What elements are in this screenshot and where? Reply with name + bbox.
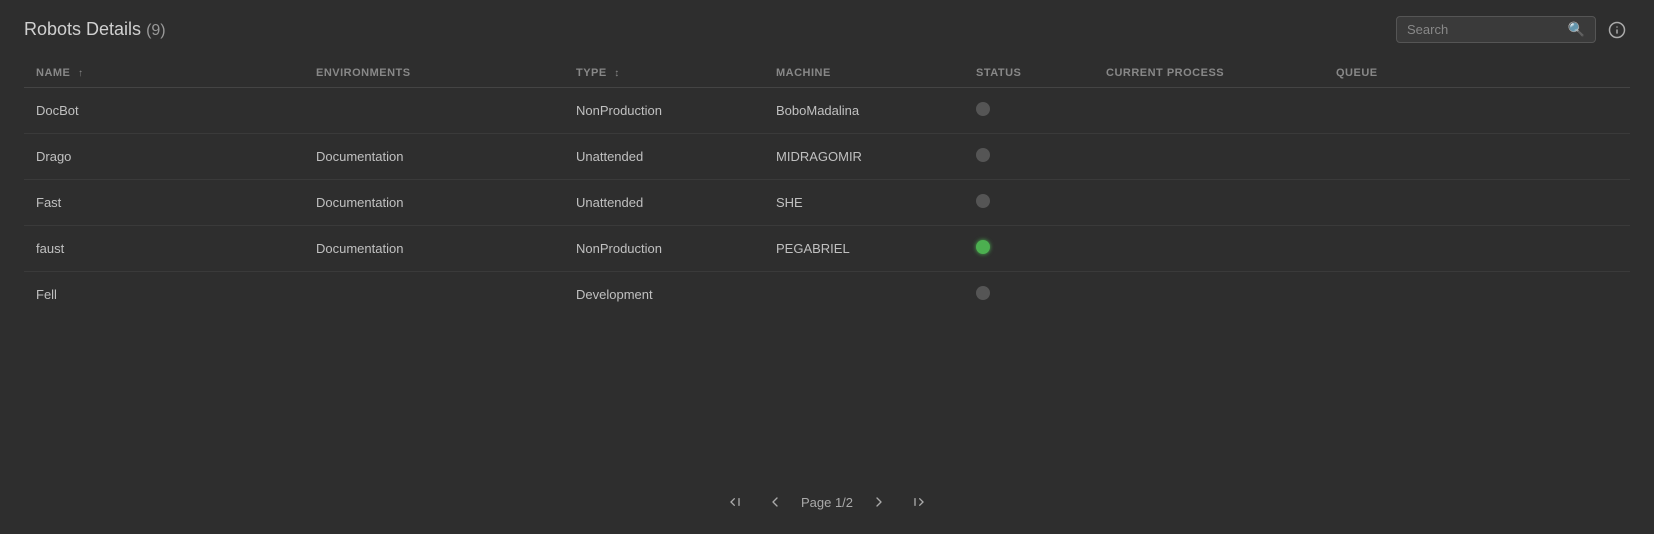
table-row[interactable]: faust Documentation NonProduction PEGABR…	[24, 226, 1630, 272]
col-header-current-process: CURRENT PROCESS	[1094, 59, 1324, 88]
status-dot-1	[976, 148, 990, 162]
page-title: Robots Details (9)	[24, 19, 166, 40]
pagination: Page 1/2	[24, 476, 1630, 518]
cell-machine-2: SHE	[764, 180, 964, 226]
col-header-queue: QUEUE	[1324, 59, 1630, 88]
search-wrapper[interactable]: 🔍	[1396, 16, 1596, 43]
cell-status-0	[964, 88, 1094, 134]
cell-queue-1	[1324, 134, 1630, 180]
cell-process-2	[1094, 180, 1324, 226]
search-input[interactable]	[1407, 22, 1562, 37]
cell-environments-4	[304, 272, 564, 318]
cell-environments-2: Documentation	[304, 180, 564, 226]
cell-process-3	[1094, 226, 1324, 272]
cell-queue-3	[1324, 226, 1630, 272]
col-header-status: STATUS	[964, 59, 1094, 88]
cell-queue-0	[1324, 88, 1630, 134]
prev-page-icon	[767, 494, 783, 510]
cell-process-0	[1094, 88, 1324, 134]
pagination-first-button[interactable]	[721, 490, 749, 514]
main-container: Robots Details (9) 🔍	[0, 0, 1654, 534]
cell-environments-0	[304, 88, 564, 134]
cell-machine-3: PEGABRIEL	[764, 226, 964, 272]
last-page-icon	[911, 494, 927, 510]
col-header-machine: MACHINE	[764, 59, 964, 88]
status-dot-2	[976, 194, 990, 208]
header-row: Robots Details (9) 🔍	[24, 16, 1630, 43]
cell-status-3	[964, 226, 1094, 272]
cell-status-4	[964, 272, 1094, 318]
cell-name-2: Fast	[24, 180, 304, 226]
table-row[interactable]: DocBot NonProduction BoboMadalina	[24, 88, 1630, 134]
robots-table: NAME ↑ ENVIRONMENTS TYPE ↕ MACHINE STATU	[24, 59, 1630, 317]
cell-type-3: NonProduction	[564, 226, 764, 272]
cell-name-1: Drago	[24, 134, 304, 180]
table-header-row: NAME ↑ ENVIRONMENTS TYPE ↕ MACHINE STATU	[24, 59, 1630, 88]
cell-name-3: faust	[24, 226, 304, 272]
cell-environments-1: Documentation	[304, 134, 564, 180]
cell-name-0: DocBot	[24, 88, 304, 134]
title-text: Robots Details	[24, 19, 141, 39]
cell-status-2	[964, 180, 1094, 226]
cell-machine-0: BoboMadalina	[764, 88, 964, 134]
count-badge: (9)	[146, 22, 166, 39]
table-wrapper: NAME ↑ ENVIRONMENTS TYPE ↕ MACHINE STATU	[24, 59, 1630, 476]
cell-type-2: Unattended	[564, 180, 764, 226]
status-dot-0	[976, 102, 990, 116]
search-icon: 🔍	[1568, 21, 1585, 38]
cell-status-1	[964, 134, 1094, 180]
page-info: Page 1/2	[801, 495, 853, 510]
cell-queue-4	[1324, 272, 1630, 318]
name-sort-icon: ↑	[78, 68, 84, 79]
pagination-last-button[interactable]	[905, 490, 933, 514]
table-row[interactable]: Fast Documentation Unattended SHE	[24, 180, 1630, 226]
header-actions: 🔍	[1396, 16, 1630, 43]
table-row[interactable]: Fell Development	[24, 272, 1630, 318]
pagination-prev-button[interactable]	[761, 490, 789, 514]
pagination-next-button[interactable]	[865, 490, 893, 514]
status-dot-4	[976, 286, 990, 300]
col-header-type[interactable]: TYPE ↕	[564, 59, 764, 88]
cell-type-4: Development	[564, 272, 764, 318]
cell-process-4	[1094, 272, 1324, 318]
table-body: DocBot NonProduction BoboMadalina Drago …	[24, 88, 1630, 318]
col-header-environments: ENVIRONMENTS	[304, 59, 564, 88]
next-page-icon	[871, 494, 887, 510]
first-page-icon	[727, 494, 743, 510]
cell-queue-2	[1324, 180, 1630, 226]
table-row[interactable]: Drago Documentation Unattended MIDRAGOMI…	[24, 134, 1630, 180]
info-button[interactable]	[1604, 17, 1630, 43]
col-header-name[interactable]: NAME ↑	[24, 59, 304, 88]
cell-type-1: Unattended	[564, 134, 764, 180]
cell-process-1	[1094, 134, 1324, 180]
cell-type-0: NonProduction	[564, 88, 764, 134]
type-sort-icon: ↕	[614, 68, 620, 79]
cell-environments-3: Documentation	[304, 226, 564, 272]
status-dot-3	[976, 240, 990, 254]
cell-machine-1: MIDRAGOMIR	[764, 134, 964, 180]
cell-name-4: Fell	[24, 272, 304, 318]
cell-machine-4	[764, 272, 964, 318]
info-icon	[1608, 21, 1626, 39]
